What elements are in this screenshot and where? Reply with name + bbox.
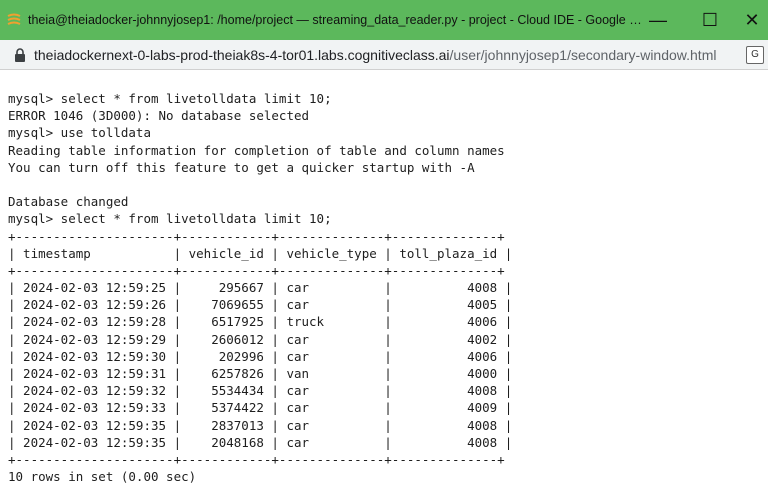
maximize-button[interactable]: ☐ bbox=[688, 0, 732, 40]
terminal-line: | 2024-02-03 12:59:25 | 295667 | car | 4… bbox=[8, 280, 513, 296]
terminal-line: ERROR 1046 (3D000): No database selected bbox=[8, 108, 310, 124]
minimize-button[interactable]: — bbox=[636, 0, 680, 40]
lock-icon[interactable] bbox=[14, 47, 26, 62]
terminal-line: | 2024-02-03 12:59:28 | 6517925 | truck … bbox=[8, 314, 513, 330]
window-title: theia@theiadocker-johnnyjosep1: /home/pr… bbox=[28, 13, 643, 27]
terminal-line: | 2024-02-03 12:59:29 | 2606012 | car | … bbox=[8, 331, 513, 347]
url-text[interactable]: theiadockernext-0-labs-prod-theiak8s-4-t… bbox=[34, 47, 716, 63]
terminal-line: Reading table information for completion… bbox=[8, 142, 505, 158]
terminal-line: | 2024-02-03 12:59:35 | 2048168 | car | … bbox=[8, 434, 513, 450]
terminal-line: | 2024-02-03 12:59:35 | 2837013 | car | … bbox=[8, 417, 513, 433]
terminal-line: Database changed bbox=[8, 194, 129, 210]
url-host: theiadockernext-0-labs-prod-theiak8s-4-t… bbox=[34, 46, 450, 63]
url-path: /user/johnnyjosep1/secondary-window.html bbox=[449, 46, 717, 63]
terminal-line: mysql> select * from livetolldata limit … bbox=[8, 91, 332, 106]
terminal-line: | 2024-02-03 12:59:26 | 7069655 | car | … bbox=[8, 297, 513, 313]
terminal-line: +---------------------+------------+----… bbox=[8, 451, 505, 467]
terminal-line: +---------------------+------------+----… bbox=[8, 228, 505, 244]
terminal-line: | 2024-02-03 12:59:32 | 5534434 | car | … bbox=[8, 383, 513, 399]
theia-app-icon bbox=[6, 12, 22, 28]
terminal-line: | 2024-02-03 12:59:31 | 6257826 | van | … bbox=[8, 366, 513, 381]
close-button[interactable]: ✕ bbox=[730, 0, 768, 40]
terminal-line: | 2024-02-03 12:59:30 | 202996 | car | 4… bbox=[8, 348, 513, 364]
terminal-line: mysql> use tolldata bbox=[8, 125, 151, 141]
terminal-line: 10 rows in set (0.00 sec) bbox=[8, 469, 197, 485]
window-titlebar: theia@theiadocker-johnnyjosep1: /home/pr… bbox=[0, 0, 768, 40]
terminal-line: | 2024-02-03 12:59:33 | 5374422 | car | … bbox=[8, 400, 513, 416]
address-bar[interactable]: theiadockernext-0-labs-prod-theiak8s-4-t… bbox=[0, 40, 768, 70]
terminal-line: | timestamp | vehicle_id | vehicle_type … bbox=[8, 245, 513, 261]
terminal-line: +---------------------+------------+----… bbox=[8, 262, 505, 278]
terminal-line: mysql> select * from livetolldata limit … bbox=[8, 211, 332, 227]
terminal-output[interactable]: mysql> select * from livetolldata limit … bbox=[8, 90, 768, 485]
terminal-line: You can turn off this feature to get a q… bbox=[8, 159, 475, 175]
translate-icon[interactable]: G bbox=[746, 46, 764, 64]
